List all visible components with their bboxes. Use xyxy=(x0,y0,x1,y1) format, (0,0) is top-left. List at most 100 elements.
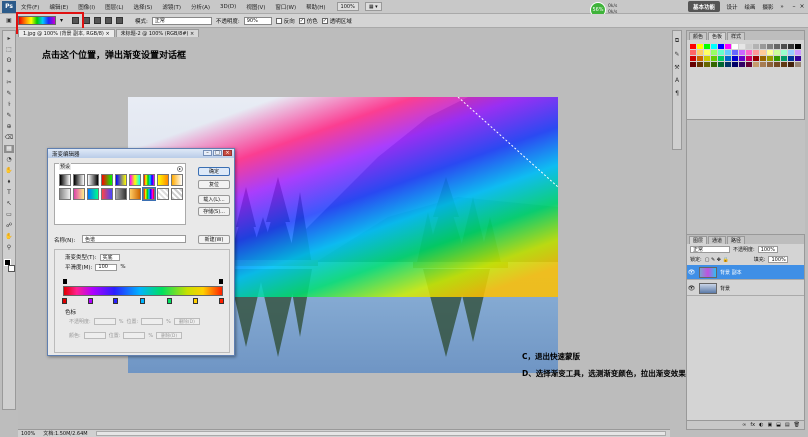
color-swatch[interactable] xyxy=(704,62,710,67)
preset-swatch[interactable] xyxy=(87,174,99,186)
transparency-checkbox[interactable]: ✓ 透明区域 xyxy=(321,17,352,25)
eye-icon[interactable]: 👁 xyxy=(687,269,696,276)
radial-gradient-button[interactable] xyxy=(83,17,90,24)
color-swatch[interactable] xyxy=(711,56,717,61)
smoothness-input[interactable]: 100 xyxy=(95,263,118,271)
brush-tool[interactable]: ✎ xyxy=(4,112,14,120)
preset-swatch[interactable] xyxy=(171,174,183,186)
quick-select-tool[interactable]: ⌗ xyxy=(4,68,14,76)
color-swatch[interactable] xyxy=(732,44,738,49)
color-swatch[interactable] xyxy=(774,56,780,61)
preset-swatch[interactable] xyxy=(73,188,85,200)
move-tool[interactable]: ▸ xyxy=(4,35,14,43)
color-swatch[interactable] xyxy=(697,50,703,55)
color-swatch[interactable] xyxy=(795,44,801,49)
dodge-tool[interactable]: ◔ xyxy=(4,156,14,164)
color-swatch[interactable] xyxy=(746,50,752,55)
menu-help[interactable]: 帮助(H) xyxy=(301,3,330,11)
eyedropper-tool[interactable]: ✎ xyxy=(4,90,14,98)
reset-button[interactable]: 复位 xyxy=(198,180,230,189)
save-button[interactable]: 存储(S)... xyxy=(198,207,230,216)
color-swatch[interactable] xyxy=(795,62,801,67)
color-swatch[interactable] xyxy=(774,44,780,49)
reverse-checkbox[interactable]: 反向 xyxy=(275,17,295,25)
color-swatch[interactable] xyxy=(697,44,703,49)
menu-analysis[interactable]: 分析(A) xyxy=(186,3,215,11)
color-swatch[interactable] xyxy=(788,44,794,49)
pen-tool[interactable]: ✋ xyxy=(4,167,14,175)
path-select-tool[interactable]: ↖ xyxy=(4,200,14,208)
trash-icon[interactable]: 🗑 xyxy=(794,422,800,428)
color-swatch[interactable] xyxy=(760,44,766,49)
color-swatch[interactable] xyxy=(767,50,773,55)
tab-styles[interactable]: 样式 xyxy=(727,32,746,40)
menu-layer[interactable]: 图层(L) xyxy=(100,3,128,11)
eye-icon[interactable]: 👁 xyxy=(687,285,696,292)
preset-swatch[interactable] xyxy=(157,188,169,200)
tab-color[interactable]: 颜色 xyxy=(689,32,708,40)
layer-mask-icon[interactable]: ◐ xyxy=(759,422,763,428)
new-group-icon[interactable]: ⬓ xyxy=(776,422,781,428)
color-stop-3[interactable] xyxy=(113,298,118,304)
preset-swatch[interactable] xyxy=(59,174,71,186)
type-tool[interactable]: T xyxy=(4,189,14,197)
tab-layers[interactable]: 图层 xyxy=(689,236,708,244)
ok-button[interactable]: 确定 xyxy=(198,167,230,176)
clone-stamp-tool[interactable]: ⊕ xyxy=(4,123,14,131)
diamond-gradient-button[interactable] xyxy=(116,17,123,24)
new-layer-icon[interactable]: ▤ xyxy=(785,422,790,428)
stop-location-input-2[interactable] xyxy=(123,332,146,339)
color-swatch[interactable] xyxy=(725,56,731,61)
color-swatch[interactable] xyxy=(711,50,717,55)
stop-location-input[interactable] xyxy=(141,318,164,325)
preset-swatch[interactable] xyxy=(129,188,141,200)
preset-swatch[interactable] xyxy=(171,188,183,200)
color-swatch[interactable] xyxy=(690,56,696,61)
color-swatch[interactable] xyxy=(725,50,731,55)
dialog-close-button[interactable]: × xyxy=(223,150,232,156)
color-stop-7[interactable] xyxy=(219,298,224,304)
rectangle-tool[interactable]: ▭ xyxy=(4,211,14,219)
color-swatch[interactable] xyxy=(739,44,745,49)
color-swatch[interactable] xyxy=(711,44,717,49)
mode-select[interactable]: 正常 xyxy=(151,16,212,25)
color-swatch[interactable] xyxy=(781,50,787,55)
tab-document-1[interactable]: 1.jpg @ 100% (背景 副本, RGB/8) × xyxy=(18,29,115,37)
layer-row[interactable]: 👁 背景 副本 xyxy=(687,265,804,280)
menu-select[interactable]: 选择(S) xyxy=(129,3,158,11)
color-swatch[interactable] xyxy=(788,50,794,55)
color-swatch[interactable] xyxy=(774,62,780,67)
stop-color-swatch[interactable] xyxy=(83,332,106,339)
history-icon[interactable]: ⧉ xyxy=(675,37,679,45)
color-swatch[interactable] xyxy=(753,44,759,49)
menu-3d[interactable]: 3D(D) xyxy=(215,4,241,10)
healing-tool[interactable]: ⚕ xyxy=(4,101,14,109)
color-swatch[interactable] xyxy=(767,62,773,67)
stop-delete-button[interactable]: 删除(D) xyxy=(173,318,200,325)
color-swatch[interactable] xyxy=(704,44,710,49)
preset-swatch[interactable] xyxy=(143,174,155,186)
color-swatch[interactable] xyxy=(781,44,787,49)
paragraph-icon[interactable]: ¶ xyxy=(675,90,679,97)
angle-gradient-button[interactable] xyxy=(94,17,101,24)
minimize-button[interactable]: – xyxy=(790,2,798,10)
color-swatch[interactable] xyxy=(697,62,703,67)
tab-channels[interactable]: 通道 xyxy=(708,236,727,244)
color-swatch[interactable] xyxy=(697,56,703,61)
workspace-more[interactable]: » xyxy=(778,1,786,12)
color-stop-4[interactable] xyxy=(140,298,145,304)
color-swatch[interactable] xyxy=(718,62,724,67)
color-swatch[interactable] xyxy=(788,62,794,67)
blend-mode-select[interactable]: 正常 xyxy=(690,246,730,253)
reflected-gradient-button[interactable] xyxy=(105,17,112,24)
color-swatch[interactable] xyxy=(774,50,780,55)
lock-icons[interactable]: ▢ ✎ ✥ 🔒 xyxy=(705,257,729,263)
preset-swatch[interactable] xyxy=(115,188,127,200)
color-swatch[interactable] xyxy=(690,44,696,49)
dialog-title[interactable]: 渐变编辑器 – □ × xyxy=(48,149,234,158)
preset-swatch[interactable] xyxy=(101,188,113,200)
preset-swatch[interactable] xyxy=(129,174,141,186)
status-zoom[interactable]: 100% xyxy=(21,431,35,437)
arrange-documents-button[interactable]: ▦ ▾ xyxy=(364,2,382,11)
tab-swatches[interactable]: 色板 xyxy=(708,32,727,40)
